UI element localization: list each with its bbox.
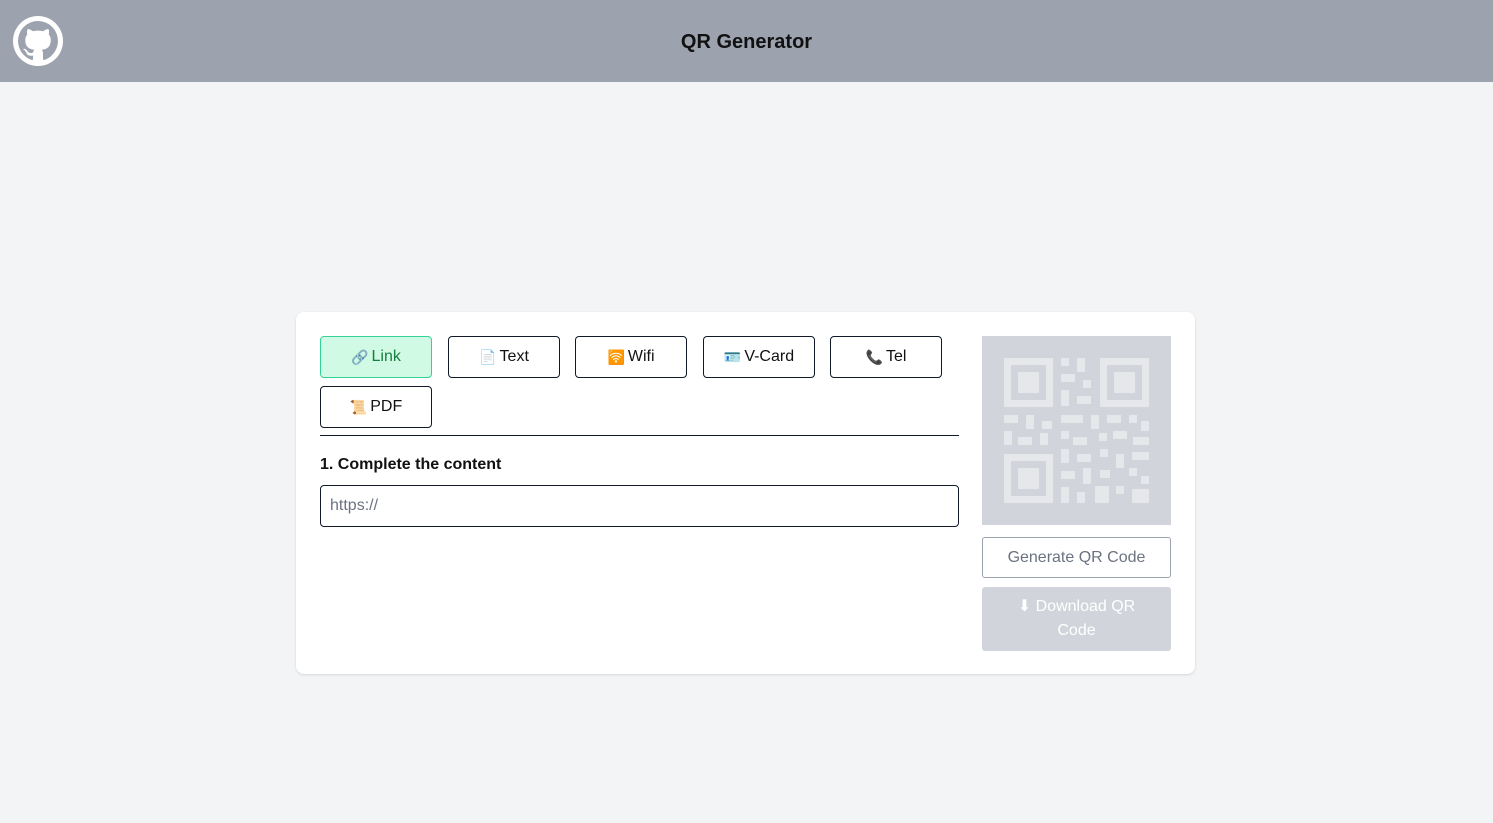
download-icon: ⬇ xyxy=(1017,598,1032,615)
type-button-label: Text xyxy=(499,348,529,365)
page-icon: 📄 xyxy=(479,348,497,365)
qr-code-preview xyxy=(982,336,1171,525)
generate-qr-button[interactable]: Generate QR Code xyxy=(982,537,1171,578)
link-icon: 🔗 xyxy=(351,348,369,365)
phone-icon: 📞 xyxy=(865,348,883,365)
type-button-vcard[interactable]: 🪪 V-Card xyxy=(703,336,815,378)
divider xyxy=(320,435,959,436)
type-button-label: Tel xyxy=(885,348,907,365)
type-button-label: V-Card xyxy=(744,348,795,365)
step-label: 1. Complete the content xyxy=(320,456,502,473)
qr-placeholder-icon xyxy=(1004,358,1149,503)
type-button-tel[interactable]: 📞 Tel xyxy=(830,336,942,378)
type-button-label: PDF xyxy=(370,398,403,415)
wifi-icon: 🛜 xyxy=(607,348,625,365)
type-button-text[interactable]: 📄 Text xyxy=(448,336,560,378)
type-button-label: Link xyxy=(371,348,401,365)
generator-card: 🔗 Link 📄 Text 🛜 Wifi 🪪 V-Card 📞 Tel 📜 PD… xyxy=(296,312,1195,674)
type-button-pdf[interactable]: 📜 PDF xyxy=(320,386,432,428)
page-title: QR Generator xyxy=(680,31,813,53)
download-qr-button[interactable]: ⬇ Download QR Code xyxy=(982,587,1171,651)
type-button-label: Wifi xyxy=(627,348,655,365)
download-label: Download QR Code xyxy=(1035,598,1136,639)
scroll-icon: 📜 xyxy=(349,398,368,415)
id-card-icon: 🪪 xyxy=(723,348,742,365)
app-header: QR Generator xyxy=(0,0,1493,82)
type-button-wifi[interactable]: 🛜 Wifi xyxy=(575,336,687,378)
type-button-link[interactable]: 🔗 Link xyxy=(320,336,432,378)
content-input[interactable] xyxy=(320,485,959,527)
